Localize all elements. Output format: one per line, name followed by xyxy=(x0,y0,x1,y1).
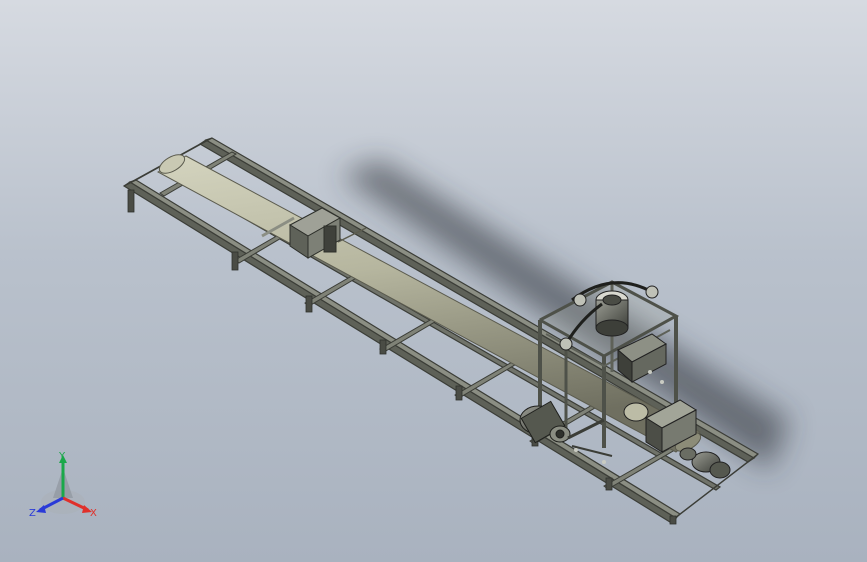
cad-viewport[interactable]: Y X Z xyxy=(0,0,867,562)
z-axis-label: Z xyxy=(29,508,36,519)
orientation-triad[interactable]: Y X Z xyxy=(0,0,867,562)
y-axis-label: Y xyxy=(58,451,66,462)
x-axis-label: X xyxy=(90,508,97,519)
